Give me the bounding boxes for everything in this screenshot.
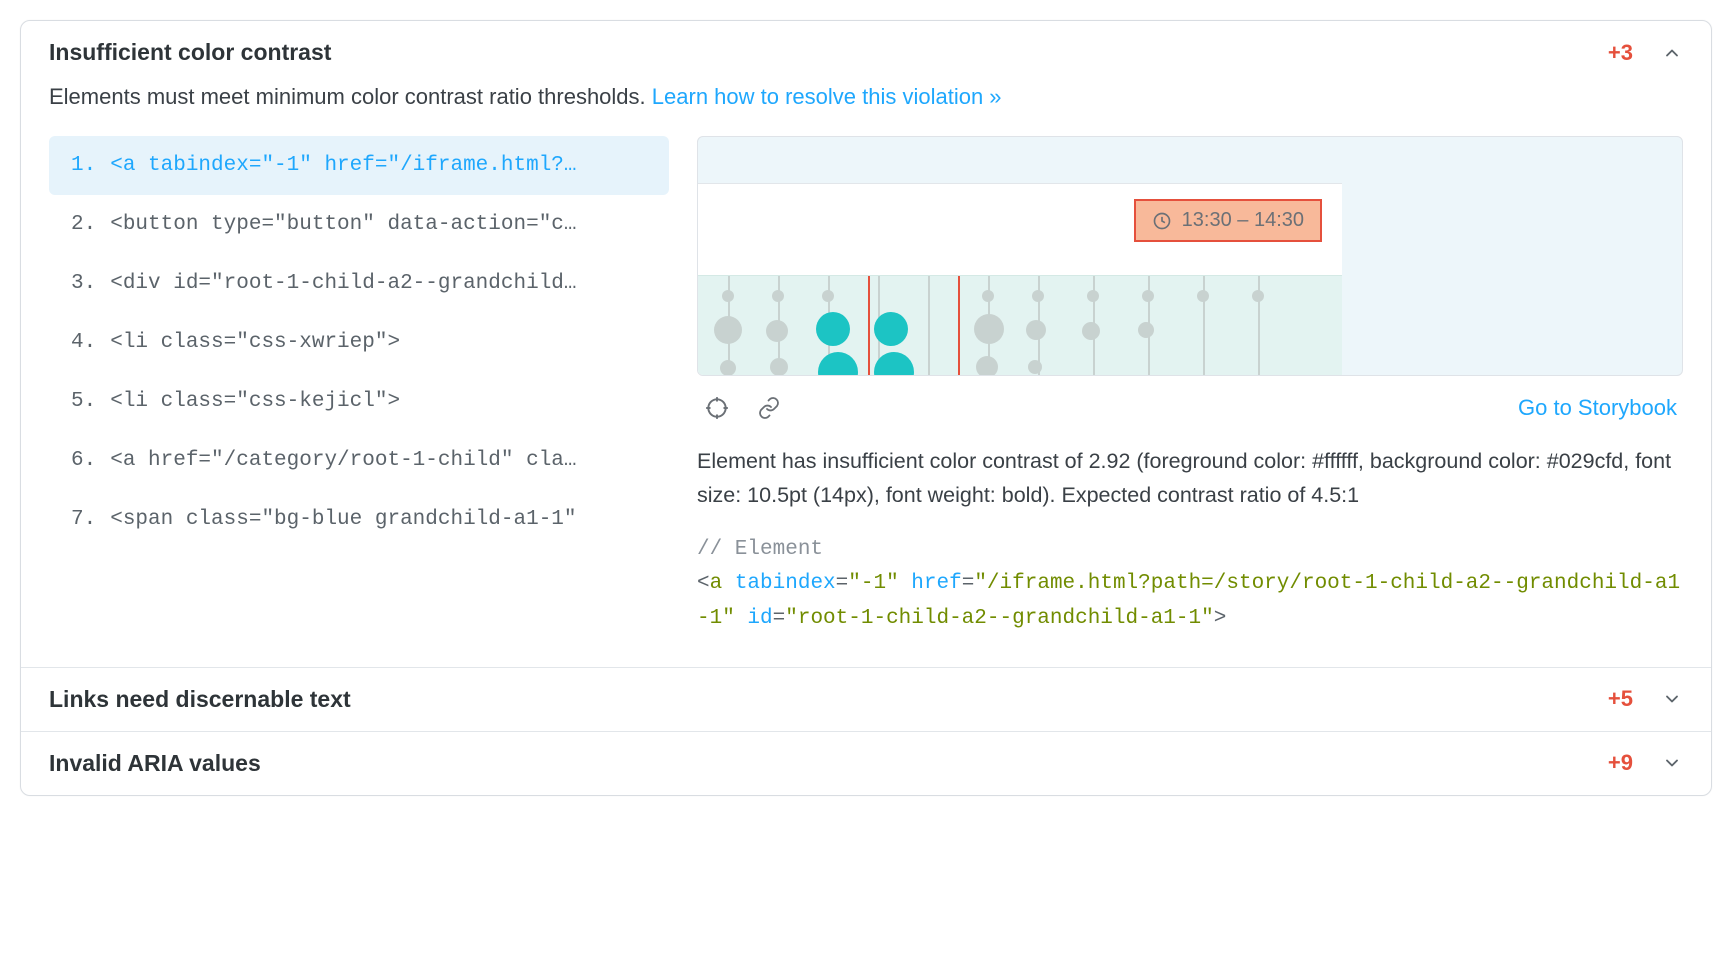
violation-code: <li class="css-xwriep"> [110, 331, 400, 354]
accessibility-panel: Insufficient color contrast +3 Elements … [20, 20, 1712, 796]
section-body: 1. <a tabindex="-1" href="/iframe.html?…… [21, 122, 1711, 667]
section-header-links[interactable]: Links need discernable text +5 [21, 668, 1711, 731]
violation-number: 4. [71, 331, 96, 354]
violation-number: 7. [71, 508, 96, 531]
violation-number: 2. [71, 213, 96, 236]
target-icon[interactable] [703, 394, 731, 422]
violation-section-contrast: Insufficient color contrast +3 Elements … [21, 21, 1711, 667]
violation-number: 1. [71, 154, 96, 177]
violation-item[interactable]: 4. <li class="css-xwriep"> [49, 313, 669, 372]
time-range-chip: 13:30 – 14:30 [1134, 199, 1322, 242]
violation-code: <div id="root-1-child-a2--grandchild… [110, 272, 576, 295]
clock-icon [1152, 211, 1172, 231]
chevron-up-icon[interactable] [1661, 42, 1683, 64]
violation-item[interactable]: 2. <button type="button" data-action="c… [49, 195, 669, 254]
violation-section-links: Links need discernable text +5 [21, 667, 1711, 731]
section-title: Links need discernable text [49, 686, 351, 713]
violation-item[interactable]: 3. <div id="root-1-child-a2--grandchild… [49, 254, 669, 313]
chevron-down-icon[interactable] [1661, 752, 1683, 774]
code-comment: // Element [697, 538, 823, 561]
violation-item[interactable]: 6. <a href="/category/root-1-child" cla… [49, 431, 669, 490]
element-source-code: // Element <a tabindex="-1" href="/ifram… [697, 533, 1683, 637]
section-header-contrast[interactable]: Insufficient color contrast +3 [21, 21, 1711, 84]
violation-item[interactable]: 1. <a tabindex="-1" href="/iframe.html?… [49, 136, 669, 195]
timeline-strip [698, 275, 1342, 375]
section-title: Invalid ARIA values [49, 750, 261, 777]
link-icon[interactable] [755, 394, 783, 422]
violation-code: <span class="bg-blue grandchild-a1-1" [110, 508, 576, 531]
violation-section-aria: Invalid ARIA values +9 [21, 731, 1711, 795]
time-label: 13:30 – 14:30 [1182, 209, 1304, 232]
chevron-down-icon[interactable] [1661, 688, 1683, 710]
violation-detail: 13:30 – 14:30 [697, 136, 1683, 637]
violations-list: 1. <a tabindex="-1" href="/iframe.html?…… [49, 136, 669, 637]
violation-count-badge: +9 [1608, 750, 1633, 776]
violation-count-badge: +3 [1608, 40, 1633, 66]
violation-number: 5. [71, 390, 96, 413]
learn-more-link[interactable]: Learn how to resolve this violation » [652, 84, 1002, 109]
section-title: Insufficient color contrast [49, 39, 331, 66]
violation-item[interactable]: 5. <li class="css-kejicl"> [49, 372, 669, 431]
violation-code: <a tabindex="-1" href="/iframe.html?… [110, 154, 576, 177]
element-preview: 13:30 – 14:30 [697, 136, 1683, 376]
preview-toolbar: Go to Storybook [697, 376, 1683, 440]
violation-code: <li class="css-kejicl"> [110, 390, 400, 413]
violation-summary: Element has insufficient color contrast … [697, 440, 1683, 533]
go-to-storybook-link[interactable]: Go to Storybook [1518, 395, 1677, 421]
violation-count-badge: +5 [1608, 686, 1633, 712]
violation-item[interactable]: 7. <span class="bg-blue grandchild-a1-1" [49, 490, 669, 549]
violation-number: 3. [71, 272, 96, 295]
description-text: Elements must meet minimum color contras… [49, 84, 646, 109]
section-header-aria[interactable]: Invalid ARIA values +9 [21, 732, 1711, 795]
violation-code: <a href="/category/root-1-child" cla… [110, 449, 576, 472]
violation-code: <button type="button" data-action="c… [110, 213, 576, 236]
section-description: Elements must meet minimum color contras… [21, 84, 1711, 122]
violation-number: 6. [71, 449, 96, 472]
